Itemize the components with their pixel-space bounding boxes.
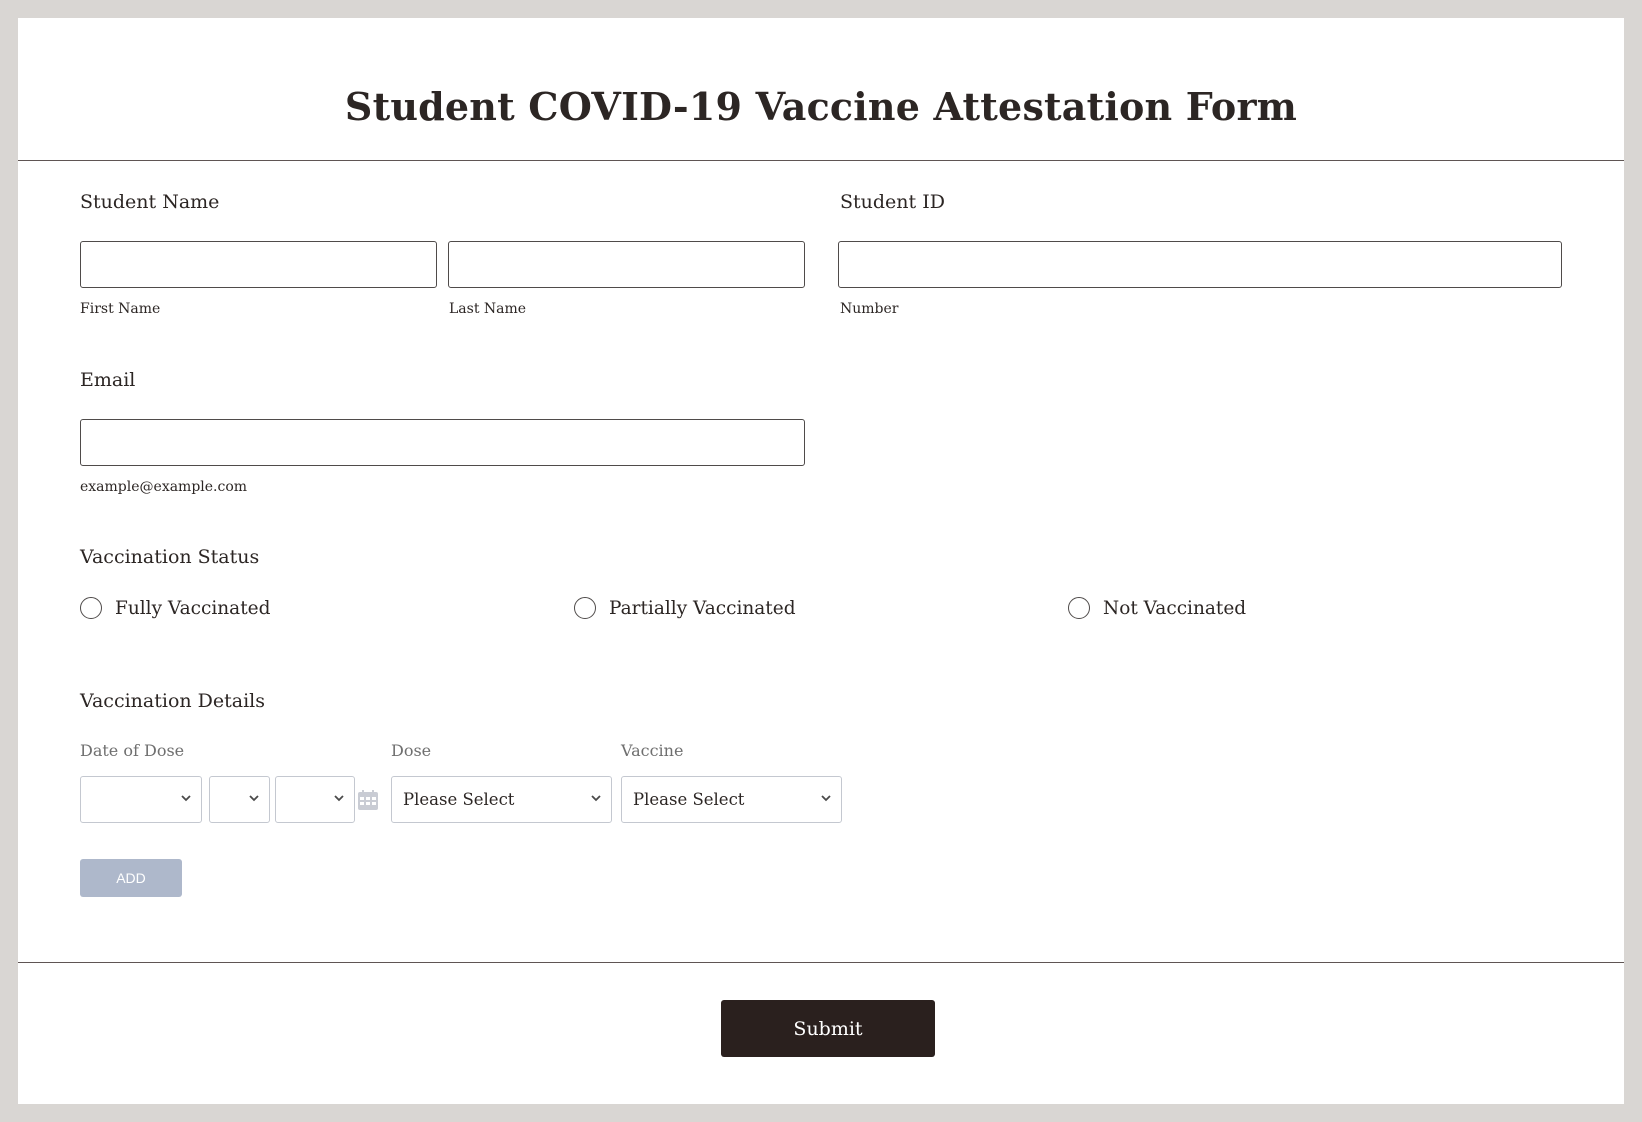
dose-header: Dose xyxy=(391,741,432,760)
calendar-icon[interactable] xyxy=(357,789,379,811)
student-id-sublabel: Number xyxy=(840,301,899,317)
date-month-select[interactable] xyxy=(80,776,202,823)
radio-option-fully-vaccinated[interactable]: Fully Vaccinated xyxy=(80,597,270,619)
radio-label: Not Vaccinated xyxy=(1103,597,1247,619)
radio-option-partially-vaccinated[interactable]: Partially Vaccinated xyxy=(574,597,796,619)
student-id-label: Student ID xyxy=(840,191,945,213)
vaccine-header: Vaccine xyxy=(621,741,684,760)
radio-label: Partially Vaccinated xyxy=(609,597,796,619)
student-name-label: Student Name xyxy=(80,191,220,213)
date-year-select[interactable] xyxy=(275,776,355,823)
email-sublabel: example@example.com xyxy=(80,479,248,495)
header-divider xyxy=(18,160,1624,161)
chevron-down-icon xyxy=(249,795,259,802)
email-label: Email xyxy=(80,369,136,391)
vaccination-status-label: Vaccination Status xyxy=(80,546,260,568)
last-name-input[interactable] xyxy=(448,241,805,288)
submit-button[interactable]: Submit xyxy=(721,1000,935,1057)
radio-label: Fully Vaccinated xyxy=(115,597,271,619)
chevron-down-icon xyxy=(821,795,831,802)
select-value: Please Select xyxy=(633,790,745,809)
form-card: Student COVID-19 Vaccine Attestation For… xyxy=(18,18,1624,1104)
first-name-input[interactable] xyxy=(80,241,437,288)
chevron-down-icon xyxy=(334,795,344,802)
add-button[interactable]: ADD xyxy=(80,859,182,897)
radio-button[interactable] xyxy=(574,597,596,619)
form-title: Student COVID-19 Vaccine Attestation For… xyxy=(344,84,1298,129)
dose-select[interactable]: Please Select xyxy=(391,776,612,823)
date-of-dose-header: Date of Dose xyxy=(80,741,185,760)
radio-button[interactable] xyxy=(1068,597,1090,619)
email-input[interactable] xyxy=(80,419,805,466)
radio-option-not-vaccinated[interactable]: Not Vaccinated xyxy=(1068,597,1246,619)
chevron-down-icon xyxy=(181,795,191,802)
date-day-select[interactable] xyxy=(209,776,270,823)
radio-button[interactable] xyxy=(80,597,102,619)
vaccination-details-label: Vaccination Details xyxy=(80,690,265,712)
student-id-input[interactable] xyxy=(838,241,1562,288)
last-name-sublabel: Last Name xyxy=(449,301,527,317)
select-value: Please Select xyxy=(403,790,515,809)
first-name-sublabel: First Name xyxy=(80,301,161,317)
vaccine-select[interactable]: Please Select xyxy=(621,776,842,823)
footer-divider xyxy=(18,962,1624,963)
chevron-down-icon xyxy=(591,795,601,802)
